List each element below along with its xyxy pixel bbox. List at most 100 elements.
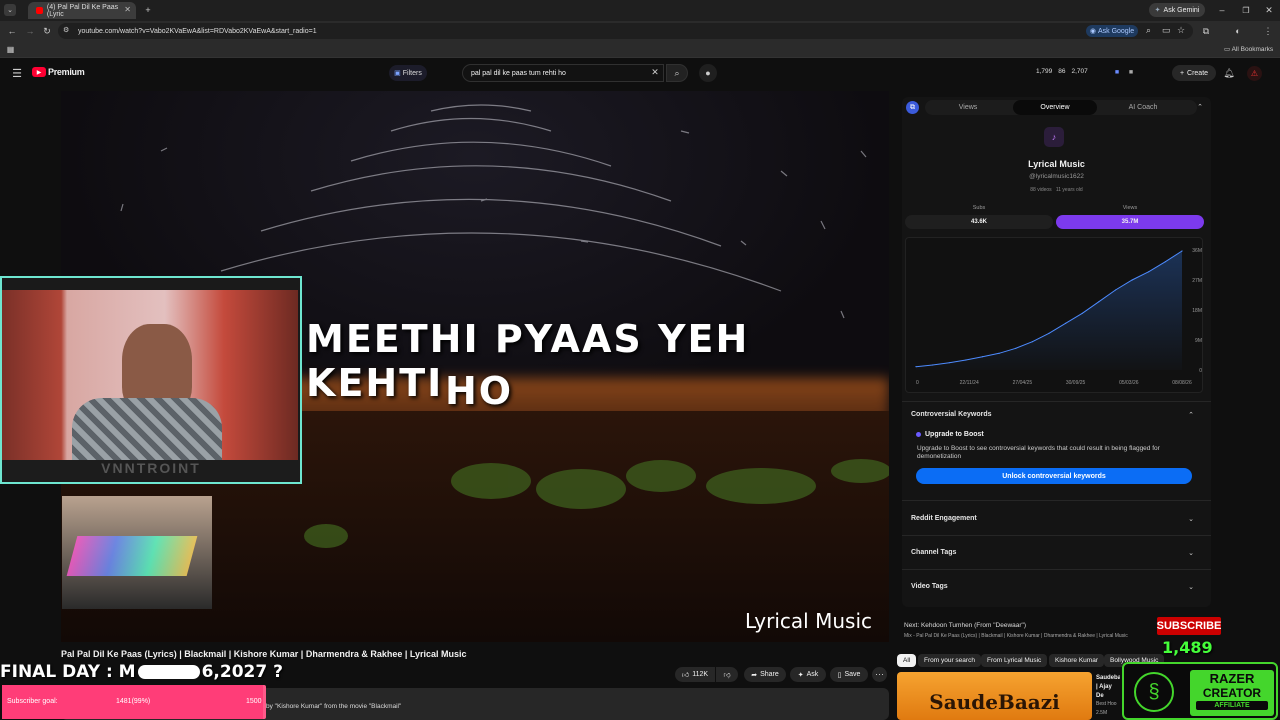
razer-affiliate-badge: § RAZER CREATOR AFFILIATE: [1122, 662, 1278, 720]
video-tags-header[interactable]: Video Tags: [911, 583, 948, 590]
all-bookmarks-link[interactable]: ▭ All Bookmarks: [1224, 45, 1273, 53]
extension-icon[interactable]: ■: [1112, 67, 1122, 77]
mix-title[interactable]: Mix - Pal Pal Dil Ke Paas (Lyrics) | Bla…: [904, 633, 1154, 639]
extensions-icon[interactable]: ⧉: [1200, 25, 1212, 37]
chart-point: [1031, 341, 1033, 343]
plus-icon: +: [1179, 69, 1185, 77]
clear-search-icon[interactable]: ✕: [650, 67, 660, 77]
minimize-icon[interactable]: –: [1216, 4, 1228, 16]
ask-google-button[interactable]: ◉ Ask Google: [1086, 25, 1138, 37]
webcam-overlay: VNNTROINT: [0, 276, 302, 484]
zoom-icon[interactable]: ⌕: [1146, 25, 1151, 36]
back-icon[interactable]: ←: [6, 25, 18, 37]
chip-kishore-kumar[interactable]: Kishore Kumar: [1049, 654, 1104, 667]
account-avatar[interactable]: ⚠: [1247, 66, 1262, 81]
window-close-icon[interactable]: ✕: [1263, 4, 1275, 16]
cast-icon[interactable]: ▭: [1162, 25, 1171, 36]
goal-label: Subscriber goal:: [7, 698, 58, 705]
chevron-down-icon[interactable]: ⌄: [1186, 548, 1196, 558]
reload-icon[interactable]: ↻: [41, 25, 53, 37]
chip-all[interactable]: All: [897, 654, 917, 667]
channel-tags-header[interactable]: Channel Tags: [911, 549, 956, 556]
youtube-logo[interactable]: ▶ Premium: [32, 67, 85, 77]
recommendation-thumbnail[interactable]: SaudeBaazi: [897, 672, 1092, 720]
new-tab-icon[interactable]: +: [142, 4, 154, 16]
views-value[interactable]: 35.7M: [1056, 215, 1204, 229]
like-count: 112K: [692, 671, 709, 678]
chart-point: [998, 352, 1000, 354]
share-icon: ➦: [751, 671, 758, 679]
chevron-down-icon[interactable]: ⌄: [1186, 582, 1196, 592]
site-info-icon[interactable]: ⚙: [63, 26, 69, 34]
search-input[interactable]: pal pal dil ke paas tum rehti ho: [462, 64, 664, 82]
razer-line-3: AFFILIATE: [1196, 701, 1268, 710]
microphone-icon[interactable]: ●: [699, 64, 717, 82]
chart-x-tick: 08/08/26: [1172, 380, 1192, 386]
upgrade-title: Upgrade to Boost: [916, 431, 984, 438]
banner-sticker: [137, 665, 200, 679]
stat-subs: 2,707: [1071, 68, 1088, 75]
dislike-icon[interactable]: 👎︎: [716, 667, 738, 682]
tab-ai-coach[interactable]: AI Coach: [1101, 100, 1185, 115]
subs-value[interactable]: 43.6K: [905, 215, 1053, 229]
save-button[interactable]: ▯ Save: [830, 667, 868, 682]
filters-button[interactable]: ▣ Filters: [389, 65, 427, 81]
lyric-line-1: MEETHI PYAAS YEH KEHTI: [306, 317, 750, 405]
thumbnail-text: SaudeBaazi: [929, 690, 1060, 714]
unlock-keywords-button[interactable]: Unlock controversial keywords: [916, 468, 1192, 484]
url-text: youtube.com/watch?v=Vabo2KVaEwA&list=RDV…: [78, 27, 317, 35]
tab-close-icon[interactable]: ✕: [124, 5, 131, 14]
keyboard-cam: [62, 496, 212, 609]
more-actions-icon[interactable]: ⋯: [872, 667, 887, 682]
reddit-engagement-header[interactable]: Reddit Engagement: [911, 515, 977, 522]
chevron-down-icon[interactable]: ⌄: [1186, 514, 1196, 524]
ask-gemini-button[interactable]: ✦ Ask Gemini: [1149, 3, 1205, 17]
restore-icon[interactable]: ❐: [1240, 4, 1252, 16]
chart-point: [981, 356, 984, 358]
controversial-keywords-header[interactable]: Controversial Keywords: [911, 411, 992, 418]
address-bar[interactable]: ⚙ youtube.com/watch?v=Vabo2KVaEwA&list=R…: [58, 23, 1193, 39]
recommendation-title[interactable]: Saudeba | Ajay De Hindi So: [1096, 674, 1120, 701]
tab-search-icon[interactable]: ⌄: [4, 4, 16, 16]
share-button[interactable]: ➦ Share: [744, 667, 786, 682]
notifications-bell-icon[interactable]: 🔔︎: [1222, 66, 1236, 80]
create-label: Create: [1187, 69, 1209, 77]
ask-button[interactable]: ✦ Ask: [790, 667, 826, 682]
channel-name[interactable]: Lyrical Music: [902, 159, 1211, 169]
save-icon: ▯: [837, 671, 842, 679]
channel-handle: @lyricalmusic1622: [1029, 173, 1084, 180]
all-bookmarks-label: All Bookmarks: [1231, 46, 1274, 53]
collapse-panel-icon[interactable]: ⌃: [1195, 102, 1205, 112]
extension-icon-2[interactable]: ■: [1126, 67, 1136, 77]
hamburger-menu-icon[interactable]: ☰: [10, 66, 24, 80]
profile-icon[interactable]: ◐: [1232, 25, 1244, 37]
chip-from-channel[interactable]: From Lyrical Music: [981, 654, 1048, 667]
bookmark-star-icon[interactable]: ☆: [1177, 25, 1185, 36]
apps-icon[interactable]: ▦: [5, 44, 16, 55]
browser-menu-icon[interactable]: ⋮: [1262, 25, 1274, 37]
views-chart-svg: 0 9M 18M 27M 36M 0 22/11/24 27/04/25 30/09/25 05/…: [915, 248, 1202, 386]
chart-x-tick: 05/03/26: [1119, 380, 1139, 386]
goal-progress: 1481(99%): [116, 698, 151, 705]
tab-overview[interactable]: Overview: [1013, 100, 1097, 115]
youtube-play-icon: ▶: [32, 67, 46, 77]
subscriber-count-overlay: 1,489: [1162, 638, 1213, 657]
like-button[interactable]: 👍︎ 112K: [675, 667, 715, 682]
chevron-up-icon[interactable]: ⌃: [1186, 410, 1196, 420]
chart-point: [932, 364, 934, 366]
lyric-line-2: HO: [445, 369, 514, 413]
ask-gemini-label: Ask Gemini: [1163, 6, 1200, 14]
next-up-label[interactable]: Next: Kehdoon Tumhen (From "Deewaar"): [904, 622, 1026, 629]
address-toolbar: ← → ↻ ⚙ youtube.com/watch?v=Vabo2KVaEwA&…: [0, 21, 1280, 42]
chip-from-search[interactable]: From your search: [918, 654, 981, 667]
razer-snake-icon: §: [1134, 672, 1174, 712]
search-icon[interactable]: ⌕: [666, 64, 688, 82]
tab-views[interactable]: Views: [925, 100, 1011, 115]
analytics-side-panel: ⧉ Views Overview AI Coach ⌃ ♪ Lyrical Mu…: [902, 97, 1211, 607]
create-button[interactable]: + Create: [1172, 65, 1216, 81]
forward-icon[interactable]: →: [24, 25, 36, 37]
razer-line-2: CREATOR: [1202, 686, 1262, 700]
browser-tab[interactable]: (4) Pal Pal Dil Ke Paas (Lyric ✕: [28, 2, 136, 19]
browser-tab-strip: ⌄ (4) Pal Pal Dil Ke Paas (Lyric ✕ + ✦ As…: [0, 0, 1280, 21]
subscriber-goal-widget: Subscriber goal: 1481(99%) 1500: [2, 685, 266, 719]
